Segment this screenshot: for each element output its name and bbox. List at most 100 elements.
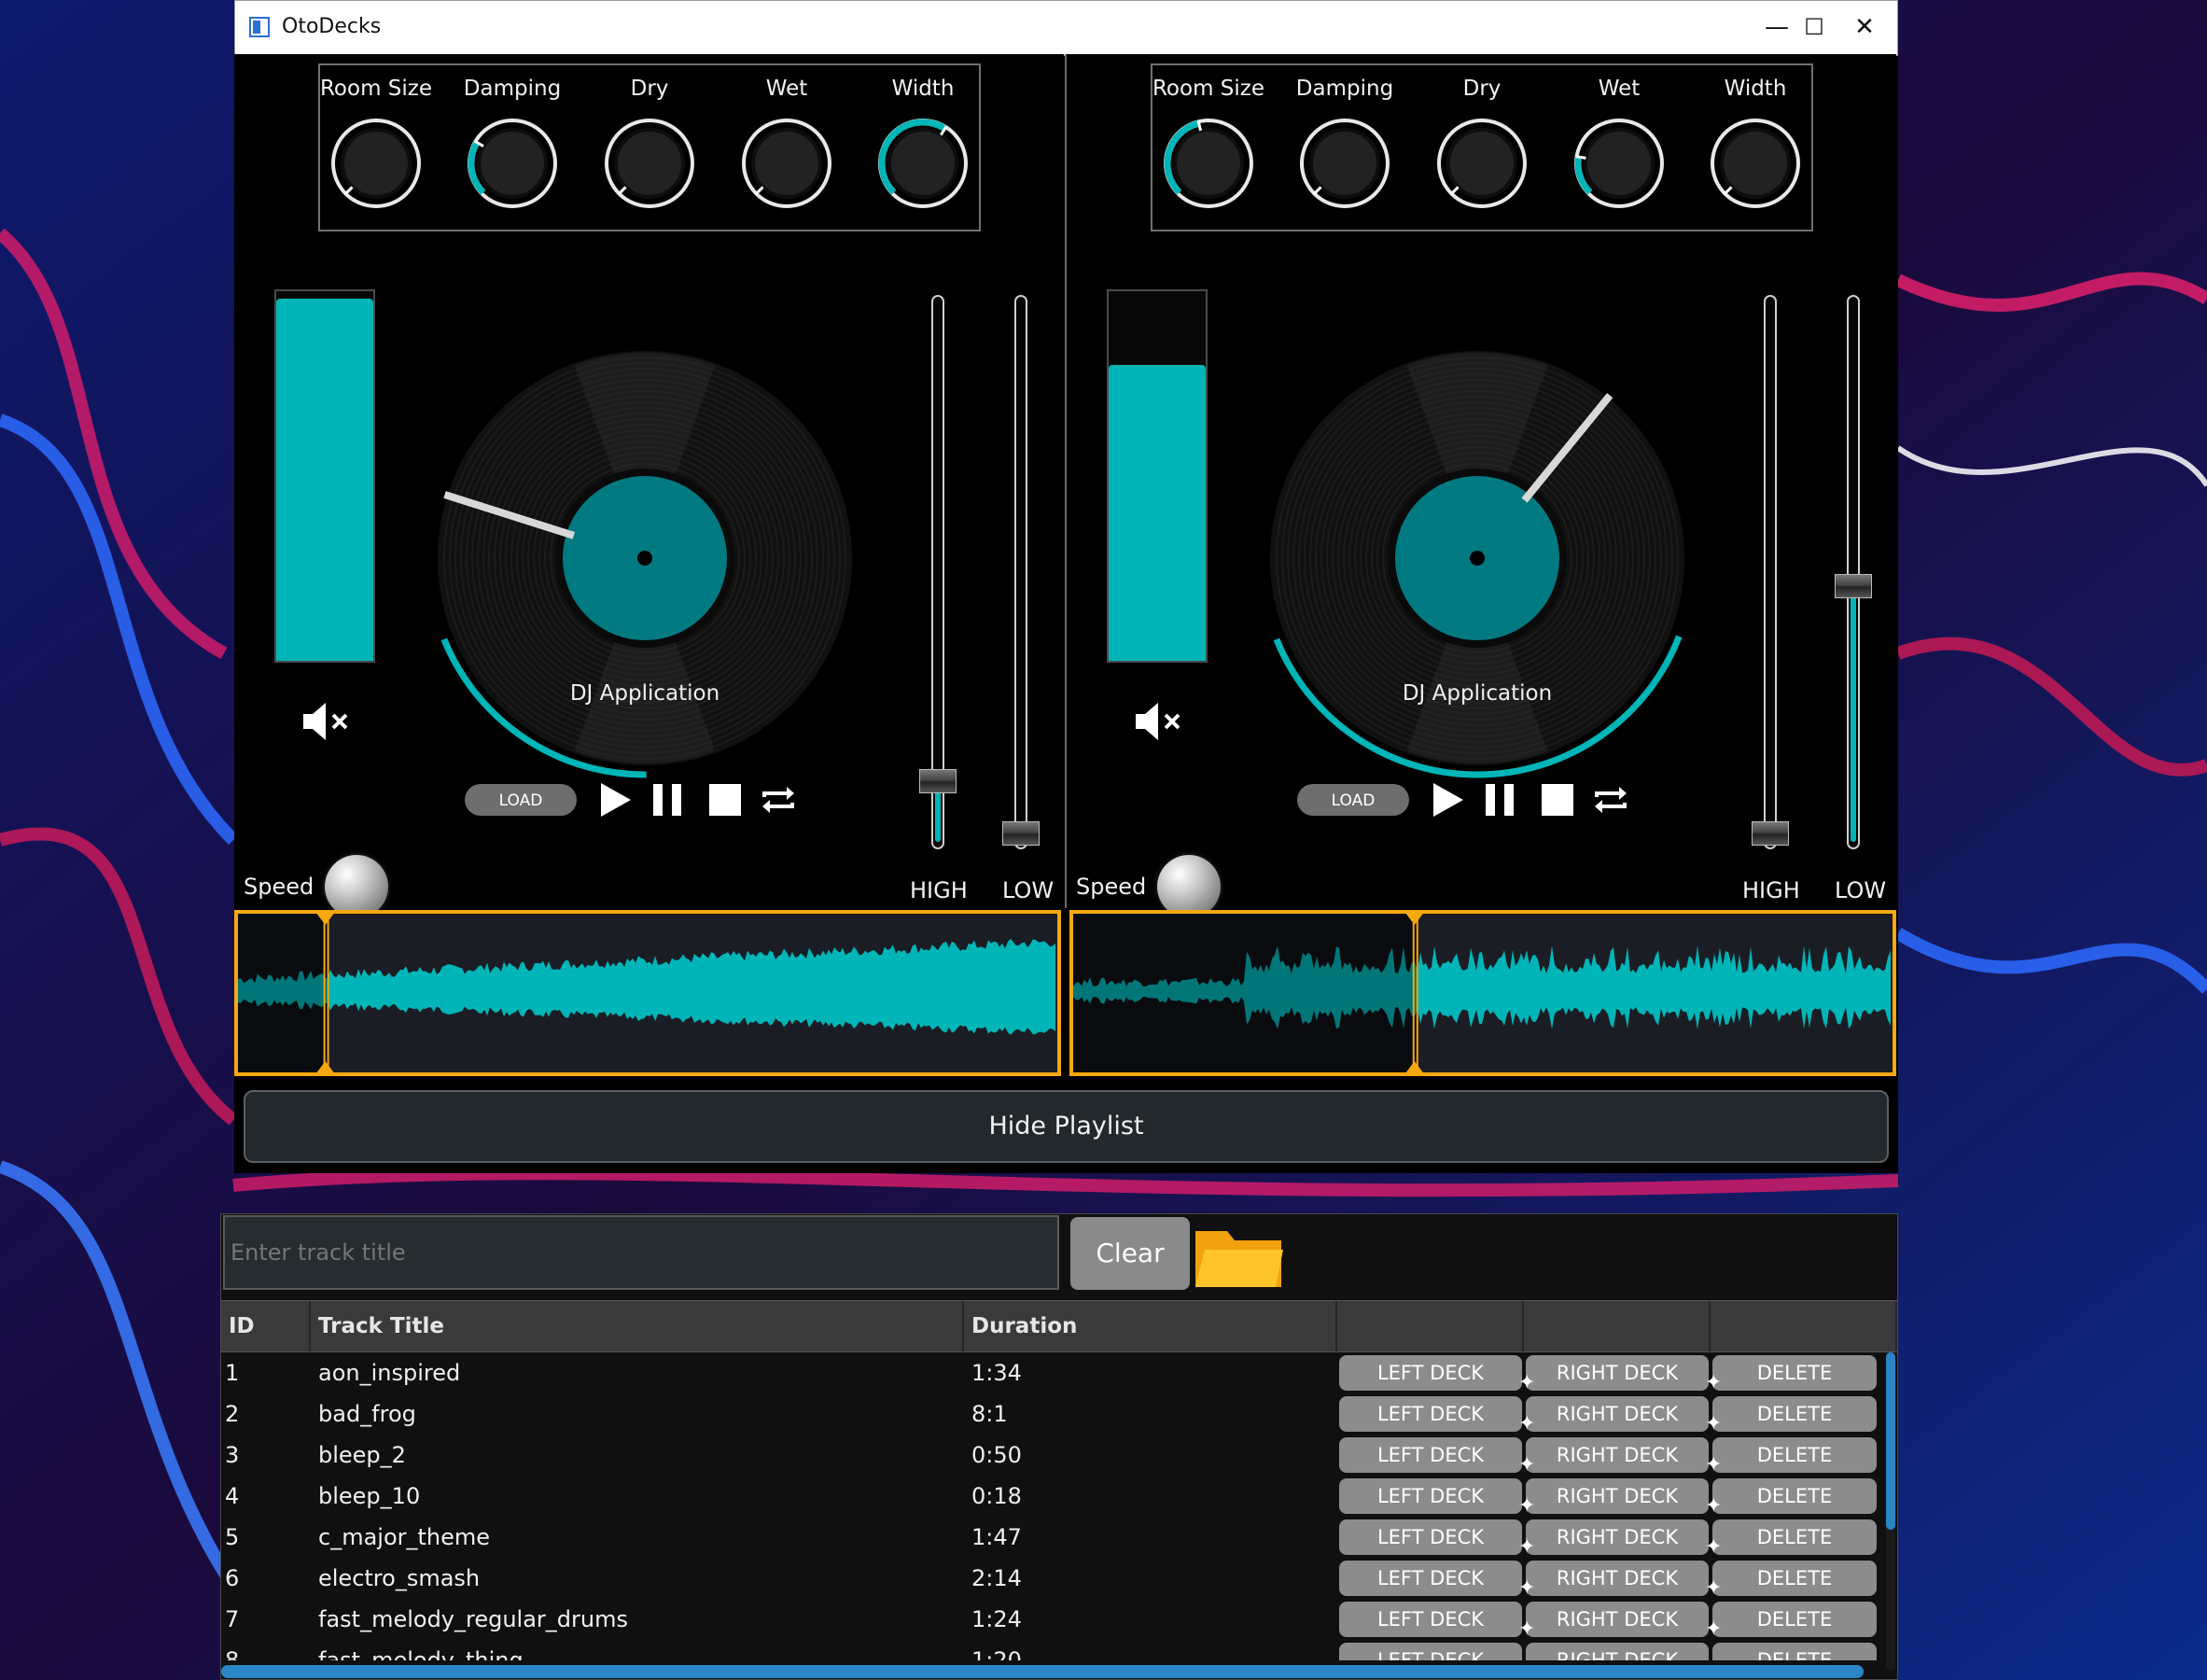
- load-button[interactable]: LOAD: [1297, 784, 1409, 816]
- app-window: OtoDecks — ☐ ✕ Room Size Damping Dry Wet…: [234, 0, 1898, 1173]
- right-deck-button[interactable]: RIGHT DECK: [1526, 1602, 1709, 1637]
- table-row[interactable]: 4 bleep_10 0:18 LEFT DECK RIGHT DECK DELETE ✦ ✦: [221, 1476, 1878, 1518]
- low-eq-slider[interactable]: [1835, 295, 1872, 849]
- speaker-mute-icon[interactable]: [300, 698, 356, 745]
- fx-knob[interactable]: [1435, 117, 1529, 210]
- delete-button[interactable]: DELETE: [1712, 1561, 1877, 1596]
- left-deck-button[interactable]: LEFT DECK: [1339, 1437, 1522, 1473]
- fx-label: Room Size: [319, 77, 433, 101]
- right-deck-button[interactable]: RIGHT DECK: [1526, 1396, 1709, 1432]
- track-id: 8: [225, 1647, 240, 1660]
- fx-knob[interactable]: [1572, 117, 1666, 210]
- column-header-left-deck: [1337, 1301, 1524, 1351]
- play-icon[interactable]: [594, 778, 636, 821]
- fx-knob[interactable]: [603, 117, 696, 210]
- folder-icon[interactable]: [1192, 1216, 1285, 1291]
- left-deck-button[interactable]: LEFT DECK: [1339, 1355, 1522, 1391]
- volume-meter[interactable]: [274, 289, 375, 663]
- fx-knob[interactable]: [1709, 117, 1802, 210]
- clear-button[interactable]: Clear: [1070, 1217, 1190, 1290]
- search-input[interactable]: [223, 1215, 1059, 1290]
- right-deck: Room Size Damping Dry Wet Width Speed DJ…: [1067, 54, 1896, 918]
- load-button[interactable]: LOAD: [465, 784, 577, 816]
- speaker-mute-icon[interactable]: [1132, 698, 1188, 745]
- vinyl-platter[interactable]: DJ Application: [421, 334, 869, 782]
- fx-knob[interactable]: [740, 117, 833, 210]
- track-duration: 1:47: [971, 1524, 1022, 1550]
- minimize-button[interactable]: —: [1758, 10, 1795, 44]
- delete-button[interactable]: DELETE: [1712, 1519, 1877, 1555]
- slider-thumb[interactable]: [919, 768, 957, 793]
- fx-knob[interactable]: [1162, 117, 1255, 210]
- separator-icon: ✦: [1518, 1535, 1536, 1559]
- speed-knob[interactable]: [325, 855, 388, 918]
- delete-button[interactable]: DELETE: [1712, 1437, 1877, 1473]
- right-deck-button[interactable]: RIGHT DECK: [1526, 1561, 1709, 1596]
- column-header-title[interactable]: Track Title: [311, 1301, 964, 1351]
- loop-icon[interactable]: [757, 778, 800, 821]
- table-row[interactable]: 3 bleep_2 0:50 LEFT DECK RIGHT DECK DELETE ✦ ✦: [221, 1435, 1878, 1477]
- column-header-duration[interactable]: Duration: [964, 1301, 1337, 1351]
- fx-knob[interactable]: [876, 117, 970, 210]
- speed-knob[interactable]: [1157, 855, 1221, 918]
- stop-icon[interactable]: [1536, 778, 1579, 821]
- track-id: 2: [225, 1401, 240, 1427]
- table-row[interactable]: 6 electro_smash 2:14 LEFT DECK RIGHT DECK DEL…: [221, 1558, 1878, 1600]
- left-deck-button[interactable]: LEFT DECK: [1339, 1602, 1522, 1637]
- fx-knob[interactable]: [329, 117, 423, 210]
- separator-icon: ✦: [1705, 1494, 1723, 1518]
- play-icon[interactable]: [1426, 778, 1469, 821]
- right-deck-button[interactable]: RIGHT DECK: [1526, 1355, 1709, 1391]
- table-row[interactable]: 7 fast_melody_regular_drums 1:24 LEFT DECK R…: [221, 1599, 1878, 1641]
- volume-meter[interactable]: [1107, 289, 1208, 663]
- fx-knob[interactable]: [466, 117, 559, 210]
- table-row[interactable]: 5 c_major_theme 1:47 LEFT DECK RIGHT DECK DEL…: [221, 1517, 1878, 1559]
- table-row[interactable]: 8 fast_melody_thing 1:20 LEFT DECK RIGHT DEC…: [221, 1640, 1878, 1660]
- slider-thumb[interactable]: [1835, 573, 1872, 598]
- column-header-id[interactable]: ID: [221, 1301, 311, 1351]
- horizontal-scrollbar[interactable]: [221, 1665, 1864, 1678]
- pause-icon[interactable]: [1478, 778, 1521, 821]
- delete-button[interactable]: DELETE: [1712, 1478, 1877, 1514]
- maximize-button[interactable]: ☐: [1795, 10, 1833, 44]
- close-button[interactable]: ✕: [1846, 10, 1883, 44]
- vinyl-platter[interactable]: DJ Application: [1253, 334, 1701, 782]
- right-deck-button[interactable]: RIGHT DECK: [1526, 1437, 1709, 1473]
- delete-button[interactable]: DELETE: [1712, 1396, 1877, 1432]
- slider-thumb[interactable]: [1002, 821, 1040, 846]
- separator-icon: ✦: [1518, 1412, 1536, 1435]
- right-waveform[interactable]: [1069, 910, 1896, 1076]
- left-deck-button[interactable]: LEFT DECK: [1339, 1478, 1522, 1514]
- pause-icon[interactable]: [646, 778, 689, 821]
- left-deck-button[interactable]: LEFT DECK: [1339, 1643, 1522, 1660]
- delete-button[interactable]: DELETE: [1712, 1602, 1877, 1637]
- left-deck-button[interactable]: LEFT DECK: [1339, 1519, 1522, 1555]
- right-deck-button[interactable]: RIGHT DECK: [1526, 1519, 1709, 1555]
- delete-button[interactable]: DELETE: [1712, 1355, 1877, 1391]
- vertical-scrollbar[interactable]: [1886, 1352, 1895, 1670]
- fx-label: Width: [1724, 77, 1787, 101]
- high-eq-slider[interactable]: [919, 295, 957, 849]
- speed-label: Speed: [1076, 874, 1147, 900]
- left-deck-button[interactable]: LEFT DECK: [1339, 1561, 1522, 1596]
- loop-icon[interactable]: [1589, 778, 1632, 821]
- slider-thumb[interactable]: [1752, 821, 1789, 846]
- high-eq-slider[interactable]: [1752, 295, 1789, 849]
- low-eq-slider[interactable]: [1002, 295, 1040, 849]
- fx-label: Wet: [765, 77, 808, 101]
- table-row[interactable]: 1 aon_inspired 1:34 LEFT DECK RIGHT DECK DELE…: [221, 1352, 1878, 1394]
- track-duration: 0:18: [971, 1483, 1022, 1509]
- right-deck-button[interactable]: RIGHT DECK: [1526, 1643, 1709, 1660]
- column-header-right-deck: [1524, 1301, 1711, 1351]
- left-waveform[interactable]: [234, 910, 1061, 1076]
- stop-icon[interactable]: [704, 778, 747, 821]
- fx-knob[interactable]: [1298, 117, 1391, 210]
- left-deck-button[interactable]: LEFT DECK: [1339, 1396, 1522, 1432]
- right-deck-button[interactable]: RIGHT DECK: [1526, 1478, 1709, 1514]
- delete-button[interactable]: DELETE: [1712, 1643, 1877, 1660]
- separator-icon: ✦: [1705, 1412, 1723, 1435]
- hide-playlist-button[interactable]: Hide Playlist: [244, 1090, 1889, 1163]
- track-list: 1 aon_inspired 1:34 LEFT DECK RIGHT DECK DELE…: [221, 1352, 1878, 1660]
- vertical-scroll-thumb[interactable]: [1886, 1352, 1895, 1530]
- table-row[interactable]: 2 bad_frog 8:1 LEFT DECK RIGHT DECK DELETE ✦ ✦: [221, 1393, 1878, 1435]
